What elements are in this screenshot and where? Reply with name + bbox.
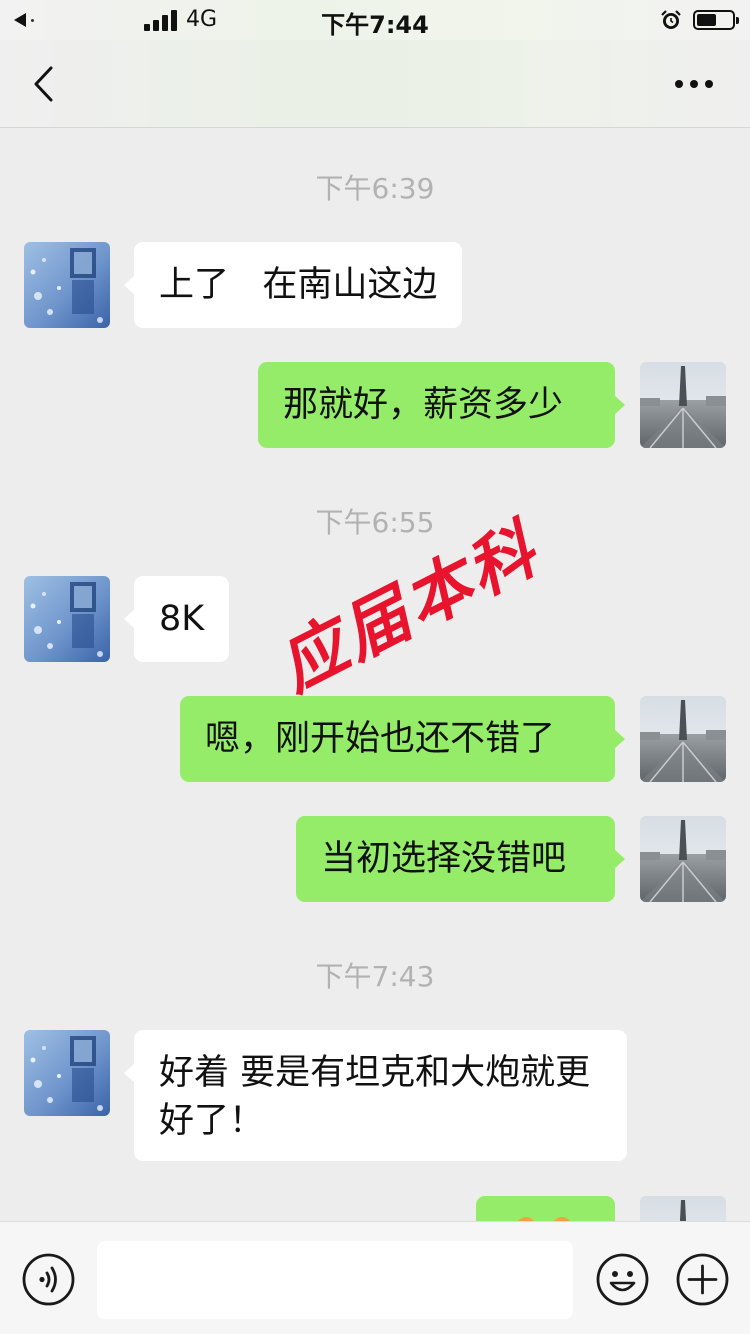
alarm-icon: [661, 10, 681, 29]
voice-icon: [22, 1253, 75, 1306]
chat-messages[interactable]: 下午6:39 上了 在南山这边 那就好，薪资多少 下午6:55 8K 嗯，刚开始…: [0, 129, 750, 1221]
contact-avatar[interactable]: [24, 1030, 110, 1116]
incoming-message[interactable]: 8K: [123, 576, 230, 662]
emoji-button[interactable]: [596, 1253, 649, 1306]
chevron-left-icon: [34, 66, 53, 102]
outgoing-message[interactable]: 嗯，刚开始也还不错了: [180, 696, 625, 782]
my-avatar-image: [640, 816, 726, 902]
status-bar: 4G 下午7:44: [0, 0, 750, 40]
contact-avatar[interactable]: [24, 576, 110, 662]
outgoing-message[interactable]: 当初选择没错吧: [296, 816, 625, 902]
message-input[interactable]: [97, 1241, 573, 1319]
battery-fill: [697, 14, 716, 26]
contact-avatar[interactable]: [24, 242, 110, 328]
back-button[interactable]: [18, 54, 68, 114]
more-functions-button[interactable]: [676, 1253, 729, 1306]
more-button[interactable]: [664, 60, 724, 108]
message-timestamp: 下午7:43: [315, 960, 435, 993]
contact-avatar-image: [24, 576, 110, 662]
incoming-message[interactable]: 好着 要是有坦克和大炮就更好了！: [124, 1030, 627, 1161]
outgoing-message[interactable]: [476, 1196, 615, 1221]
message-timestamp: 下午6:55: [315, 506, 435, 539]
my-avatar-image: [640, 1196, 726, 1221]
battery-icon: [693, 10, 739, 30]
emoji-partial-icon: [518, 1217, 570, 1221]
contact-avatar-image: [24, 242, 110, 328]
voice-button[interactable]: [22, 1253, 75, 1306]
status-time: 下午7:44: [321, 11, 429, 39]
outgoing-message[interactable]: 那就好，薪资多少: [258, 362, 625, 448]
message-timestamp: 下午6:39: [315, 172, 435, 205]
plus-icon: [676, 1253, 729, 1306]
emoji-icon: [596, 1253, 649, 1306]
more-dots-icon: [675, 80, 713, 88]
my-avatar[interactable]: [640, 362, 726, 448]
my-avatar-image: [640, 696, 726, 782]
my-avatar[interactable]: [640, 816, 726, 902]
my-avatar-image: [640, 362, 726, 448]
incoming-message[interactable]: 上了 在南山这边: [123, 242, 463, 328]
input-bar: [0, 1221, 750, 1334]
chat-header: [0, 40, 750, 128]
my-avatar[interactable]: [640, 1196, 726, 1221]
contact-avatar-image: [24, 1030, 110, 1116]
battery-nub: [736, 17, 739, 24]
my-avatar[interactable]: [640, 696, 726, 782]
